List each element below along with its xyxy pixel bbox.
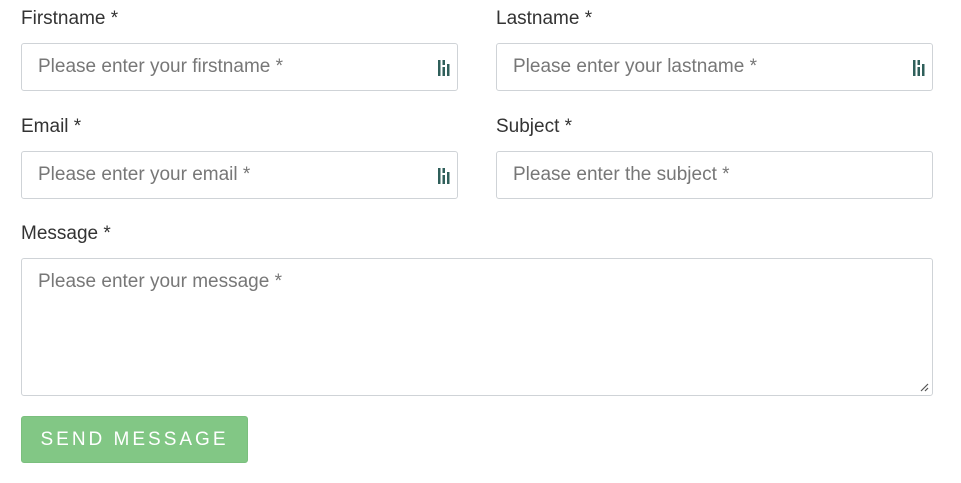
password-manager-icon[interactable] [912,60,926,76]
message-field[interactable] [21,258,933,396]
password-manager-icon[interactable] [437,60,451,76]
send-message-button[interactable]: SEND MESSAGE [21,416,248,463]
email-field[interactable] [21,151,458,199]
email-label: Email * [21,116,82,137]
lastname-label: Lastname * [496,8,593,29]
contact-form: Firstname * Lastname * Email * Subj [0,0,961,483]
email-input[interactable] [22,152,457,198]
subject-label: Subject * [496,116,573,137]
lastname-field[interactable] [496,43,933,91]
resize-handle-icon[interactable] [919,382,929,392]
firstname-field[interactable] [21,43,458,91]
firstname-input[interactable] [22,44,457,90]
password-manager-icon[interactable] [437,168,451,184]
subject-input[interactable] [497,152,932,198]
subject-field[interactable] [496,151,933,199]
message-textarea[interactable] [22,259,932,395]
message-label: Message * [21,223,111,244]
firstname-label: Firstname * [21,8,119,29]
lastname-input[interactable] [497,44,932,90]
